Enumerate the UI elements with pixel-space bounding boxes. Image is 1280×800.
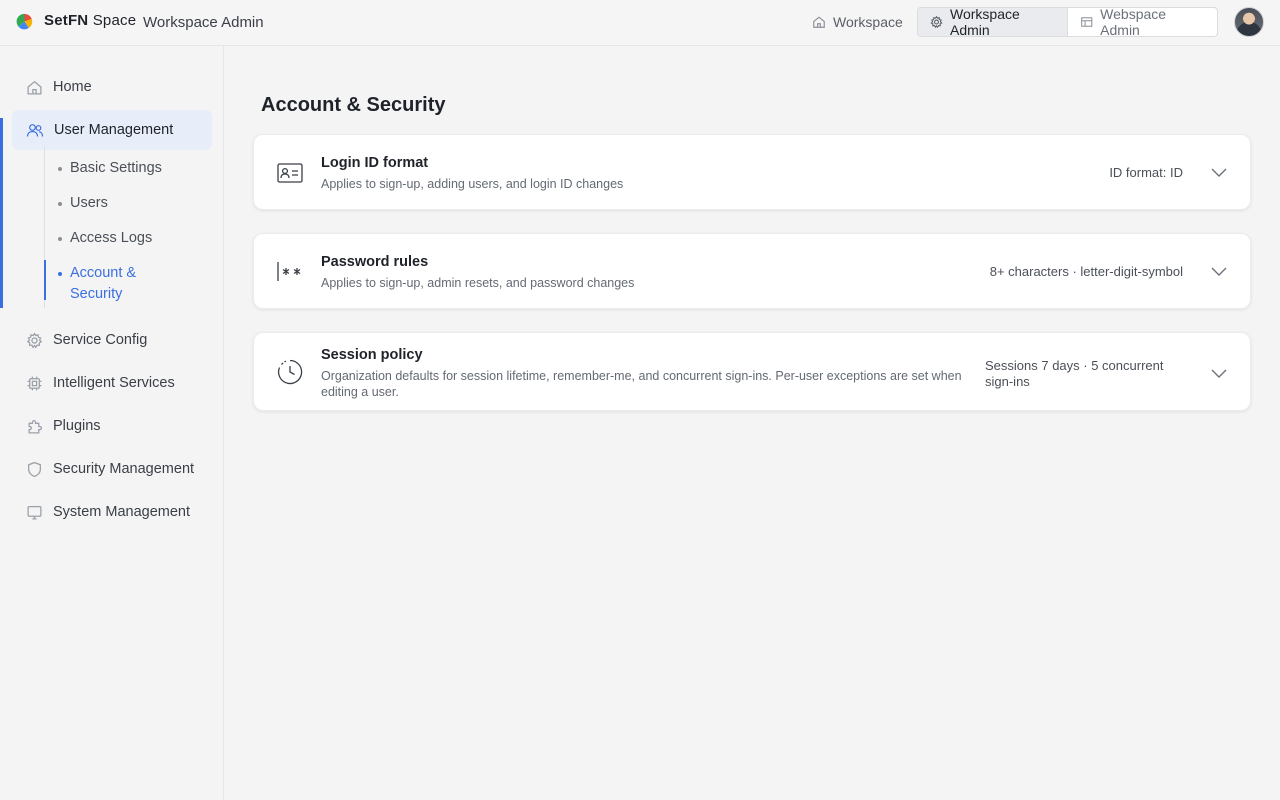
chip-icon — [27, 376, 42, 390]
app-name: Workspace Admin — [143, 14, 264, 31]
monitor-icon — [27, 505, 42, 520]
logo-icon — [16, 13, 33, 30]
sidebar-subitem-label: Users — [70, 195, 108, 211]
sidebar-item-label: Security Management — [53, 461, 195, 477]
page-title: Account & Security — [261, 94, 446, 116]
users-icon — [26, 123, 44, 137]
card-summary-value: Sessions 7 days · 5 concurrent sign-ins — [985, 358, 1164, 389]
home-icon — [813, 16, 825, 28]
sidebar-subitem-label: Basic Settings — [70, 160, 162, 176]
sidebar-item-label: System Management — [53, 504, 191, 520]
nav-workspace[interactable]: Workspace — [802, 8, 913, 36]
nav-webspace-admin-label: Webspace Admin — [1100, 7, 1167, 37]
card-title: Session policy — [321, 347, 423, 363]
shield-icon — [28, 461, 41, 477]
bullet-icon — [58, 237, 62, 241]
submenu-active-indicator — [44, 260, 46, 300]
layout-icon — [1080, 17, 1092, 27]
sidebar-item-label: Service Config — [53, 332, 148, 348]
bullet-icon — [58, 167, 62, 171]
sidebar-item-home[interactable]: Home — [12, 67, 212, 107]
chevron-down-icon[interactable] — [1210, 262, 1228, 280]
password-rules-card[interactable]: Password rules Applies to sign-up, admin… — [253, 233, 1251, 309]
sidebar-subitem-label: Account & Security — [70, 265, 137, 302]
top-header: SetFN Space Workspace Admin Workspace Wo… — [0, 0, 1280, 46]
sidebar-item-security-management[interactable]: Security Management — [12, 449, 212, 489]
sidebar-item-label: Home — [53, 79, 92, 95]
brand-name: SetFN Space — [44, 12, 137, 29]
login-id-format-card[interactable]: Login ID format Applies to sign-up, addi… — [253, 134, 1251, 210]
nav-webspace-admin[interactable]: Webspace Admin — [1068, 8, 1217, 36]
nav-workspace-admin[interactable]: Workspace Admin — [918, 8, 1068, 36]
card-description: Applies to sign-up, adding users, and lo… — [321, 177, 624, 191]
sidebar-item-plugins[interactable]: Plugins — [12, 406, 212, 446]
gear-icon — [930, 15, 943, 29]
user-avatar[interactable] — [1234, 7, 1264, 37]
nav-workspace-admin-label: Workspace Admin — [950, 7, 1020, 37]
sidebar-item-user-management[interactable]: User Management — [12, 110, 212, 150]
bullet-icon — [58, 272, 62, 276]
nav-workspace-label: Workspace — [833, 14, 903, 30]
sidebar-item-label: User Management — [54, 122, 174, 138]
sidebar-subitem-access-logs[interactable]: Access Logs — [58, 228, 208, 249]
card-summary-value: 8+ characters · letter-digit-symbol — [989, 264, 1183, 279]
sidebar-item-intelligent-services[interactable]: Intelligent Services — [12, 363, 212, 403]
card-title: Password rules — [321, 254, 429, 270]
card-summary-value: ID format: ID — [1109, 165, 1183, 180]
chevron-down-icon[interactable] — [1210, 163, 1228, 181]
clock-icon — [277, 359, 303, 385]
sidebar-item-service-config[interactable]: Service Config — [12, 320, 212, 360]
bullet-icon — [58, 202, 62, 206]
sidebar-item-label: Plugins — [53, 418, 101, 434]
active-section-indicator — [0, 118, 3, 308]
id-card-icon — [277, 163, 303, 183]
card-description: Applies to sign-up, admin resets, and pa… — [321, 276, 635, 290]
card-title: Login ID format — [321, 155, 429, 171]
session-policy-card[interactable]: Session policy Organization defaults for… — [253, 332, 1251, 411]
admin-switcher: Workspace Admin Webspace Admin — [917, 7, 1218, 37]
sidebar-subitem-users[interactable]: Users — [58, 193, 208, 214]
sidebar-subitem-label: Access Logs — [70, 230, 153, 246]
home-icon — [27, 80, 42, 95]
chevron-down-icon[interactable] — [1210, 364, 1228, 382]
sidebar-item-label: Intelligent Services — [53, 375, 175, 391]
sidebar-item-system-management[interactable]: System Management — [12, 492, 212, 532]
gear-icon — [26, 331, 43, 348]
card-description: Organization defaults for session lifeti… — [321, 369, 962, 399]
puzzle-icon — [28, 419, 43, 434]
sidebar-subitem-basic-settings[interactable]: Basic Settings — [58, 158, 208, 179]
sidebar: Home User Management Basic Settings User… — [0, 46, 224, 800]
password-icon — [277, 262, 301, 281]
sidebar-subitem-account-security[interactable]: Account & Security — [58, 263, 208, 305]
